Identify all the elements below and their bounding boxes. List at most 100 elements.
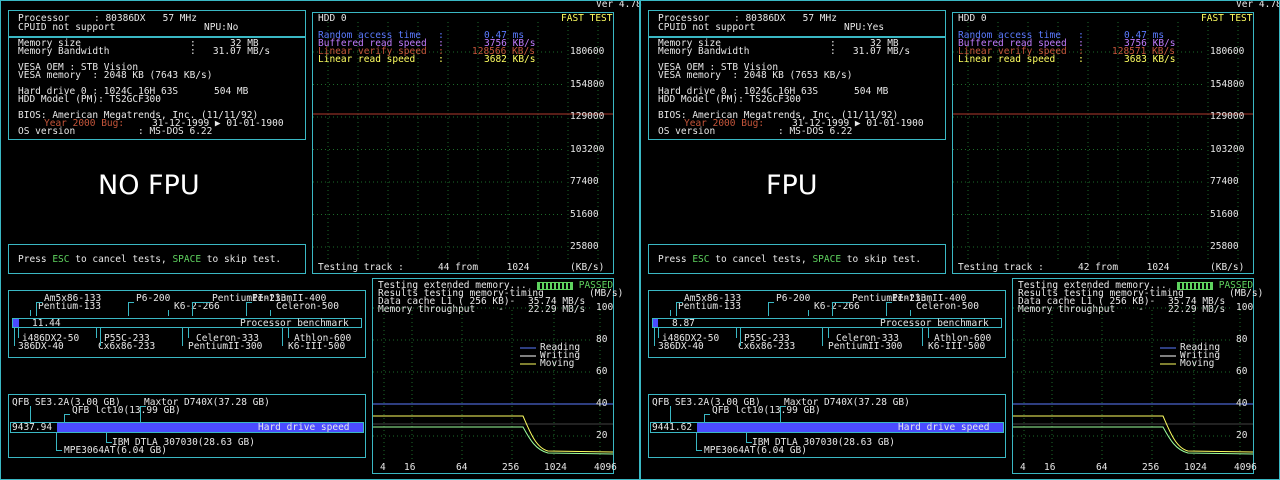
track-unit: (KB/s): [570, 262, 605, 273]
fast-test-label: FAST TEST: [561, 13, 613, 24]
cancel-text: to cancel tests,: [69, 254, 173, 265]
vesa-memory: VESA memory : 2048 KB (7643 KB/s): [18, 70, 213, 81]
cpu-connector: [768, 302, 769, 316]
linear-read-value: 3683 KB/s: [1124, 54, 1176, 65]
cpu-ref-label: P6-200: [776, 293, 811, 304]
hd-connector: [64, 414, 70, 415]
instructions-text: Press ESC to cancel tests, SPACE to skip…: [658, 255, 921, 265]
hdd-y-tick: 103200: [570, 143, 605, 155]
fpu-annotation: NO FPU: [98, 170, 200, 201]
benchmark-screen: Processor : 80386DX 57 MHz CPUID not sup…: [640, 0, 1280, 480]
cpu-connector: [832, 302, 850, 303]
cpu-ref-label: 386DX-40: [18, 341, 64, 352]
memory-legend-item: Moving: [540, 358, 575, 369]
memory-y-tick: 100: [1236, 302, 1254, 313]
throughput-value: 22.29 MB/s: [528, 304, 586, 315]
vesa-memory: VESA memory : 2048 KB (7653 KB/s): [658, 70, 853, 81]
hdd-y-tick: 51600: [1210, 208, 1239, 220]
hdd-y-tick: 25800: [570, 241, 599, 252]
cpu-connector: [676, 302, 682, 303]
fpu-annotation: FPU: [766, 170, 818, 201]
cpu-connector: [188, 328, 189, 338]
hdd-y-tick: 129000: [570, 111, 605, 122]
hd-connector: [56, 450, 62, 451]
esc-key: ESC: [692, 254, 710, 265]
cpu-connector: [910, 310, 911, 316]
memory-y-tick: 80: [1236, 334, 1248, 345]
hdd-y-tick: 77400: [570, 176, 599, 187]
hd-connector: [64, 414, 65, 422]
hd-connector: [140, 406, 141, 422]
hd-ref-label: QFB lct10(13.99 GB): [72, 405, 181, 416]
cpu-connector: [96, 328, 97, 338]
memory-x-tick: 256: [502, 462, 520, 473]
hd-connector: [140, 406, 146, 407]
memory-x-tick: 64: [1096, 462, 1108, 473]
hard-drive-size: 504 MB: [214, 86, 249, 97]
cpu-connector: [100, 328, 101, 346]
memory-y-tick: 80: [596, 334, 608, 345]
memory-bandwidth-value: : 31.07 MB/s: [830, 46, 911, 57]
benchmark-screen: Processor : 80386DX 57 MHz CPUID not sup…: [0, 0, 640, 480]
memory-x-tick: 1024: [1184, 462, 1207, 473]
hd-speed-label: Hard drive speed: [898, 422, 990, 433]
memory-x-tick: 4: [380, 462, 386, 473]
cpu-ref-label: K6-2-266: [174, 301, 220, 312]
testing-track-value: 44 from 1024: [438, 262, 530, 273]
cpu-connector: [886, 302, 892, 303]
cpu-ref-label: K6-III-500: [928, 341, 986, 352]
hd-connector: [56, 433, 57, 451]
cpu-connector: [246, 302, 252, 303]
os-version-label: OS version: [658, 126, 716, 137]
hd-connector: [746, 442, 752, 443]
cpu-bench-value: 8.87: [672, 318, 695, 329]
cpu-connector: [18, 328, 19, 338]
hd-connector: [696, 433, 697, 451]
cpu-connector: [928, 328, 929, 338]
cpu-bar-fill: [13, 319, 19, 327]
skip-text: to skip test.: [841, 254, 922, 265]
cpu-connector: [14, 328, 15, 346]
memory-unit: (MB/s): [589, 288, 624, 299]
testing-track-label: Testing track :: [958, 262, 1044, 273]
hdd-y-tick: 180600: [1210, 46, 1245, 57]
hd-ref-label: QFB lct10(13.99 GB): [712, 405, 821, 416]
memory-x-tick: 1024: [544, 462, 567, 473]
hd-connector: [780, 406, 786, 407]
throughput-label: Memory throughput -: [1018, 304, 1144, 315]
cpu-connector: [192, 302, 193, 316]
memory-y-tick: 20: [1236, 430, 1248, 441]
memory-x-tick: 4096: [1234, 462, 1257, 473]
hdd-y-tick: 180600: [570, 46, 605, 57]
cpu-ref-label: 386DX-40: [658, 341, 704, 352]
memory-bandwidth-label: Memory Bandwidth: [18, 46, 110, 57]
esc-key: ESC: [52, 254, 70, 265]
memory-x-tick: 16: [404, 462, 416, 473]
space-key: SPACE: [172, 254, 202, 265]
cpu-ref-label: Cx6x86-233: [98, 341, 156, 352]
hd-speed-value: 9441.62: [652, 422, 693, 433]
hdd-model: HDD Model (PM): TS2GCF300: [18, 94, 161, 105]
hd-connector: [106, 442, 112, 443]
memory-x-tick: 16: [1044, 462, 1056, 473]
cpu-connector: [832, 302, 833, 316]
cpu-connector: [736, 328, 737, 338]
hd-ref-label: MPE3064AT(6.04 GB): [704, 445, 807, 456]
hd-connector: [670, 406, 671, 422]
cpu-connector: [828, 328, 829, 338]
hd-speed-label: Hard drive speed: [258, 422, 350, 433]
cpu-ref-label: Pentium-133: [678, 301, 741, 312]
fast-test-label: FAST TEST: [1201, 13, 1253, 24]
cpu-connector: [36, 302, 37, 316]
hdd-y-tick: 154800: [570, 78, 605, 90]
os-version-value: : MS-DOS 6.22: [778, 126, 853, 137]
memory-unit: (MB/s): [1229, 288, 1264, 299]
instructions-text: Press ESC to cancel tests, SPACE to skip…: [18, 255, 281, 265]
hd-connector: [704, 414, 705, 422]
cpu-connector: [128, 302, 129, 316]
cpu-ref-label: P6-200: [136, 293, 171, 304]
memory-y-tick: 40: [596, 398, 608, 409]
testing-track-value: 42 from 1024: [1078, 262, 1170, 273]
hdd-y-tick: 25800: [1210, 241, 1239, 252]
cpu-ref-label: K6-2-266: [814, 301, 860, 312]
